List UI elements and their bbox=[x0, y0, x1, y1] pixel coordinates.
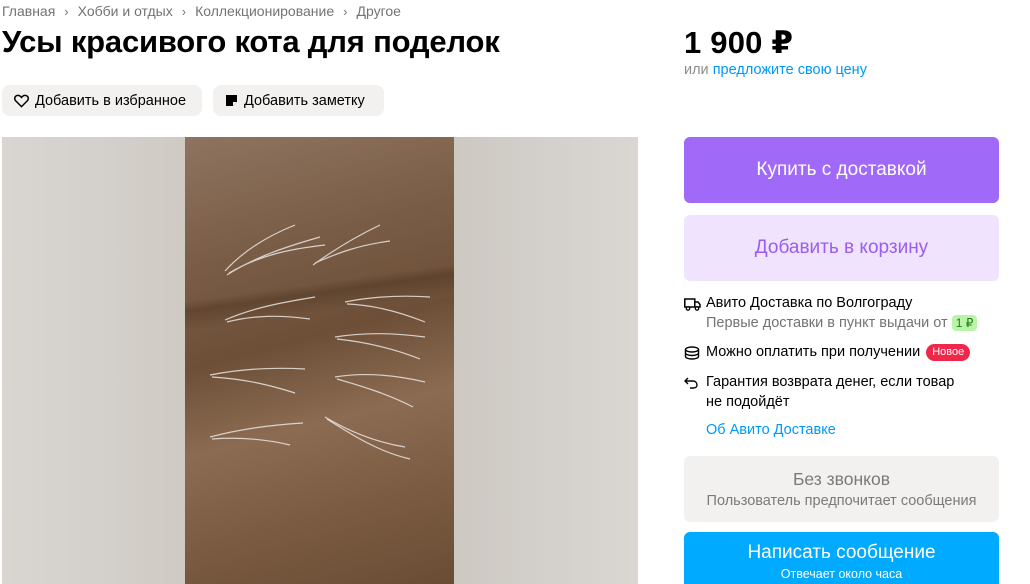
chevron-right-icon: › bbox=[64, 3, 69, 19]
note-icon bbox=[226, 95, 237, 106]
gallery-blur-left bbox=[2, 137, 185, 584]
no-calls-notice: Без звонков Пользователь предпочитает со… bbox=[684, 456, 999, 522]
breadcrumb-home[interactable]: Главная bbox=[2, 3, 55, 19]
price-offer: или предложите свою цену bbox=[684, 62, 867, 78]
no-calls-subtitle: Пользователь предпочитает сообщения bbox=[706, 493, 977, 509]
new-badge: Новое bbox=[926, 344, 971, 361]
add-note-button[interactable]: Добавить заметку bbox=[213, 85, 384, 116]
about-delivery-link[interactable]: Об Авито Доставке bbox=[706, 422, 836, 438]
delivery-city-text: Авито Доставка по Волгограду bbox=[706, 295, 913, 311]
breadcrumb: Главная › Хобби и отдых › Коллекциониров… bbox=[2, 3, 401, 19]
write-message-label: Написать сообщение bbox=[747, 542, 936, 563]
add-to-favorites-label: Добавить в избранное bbox=[35, 92, 187, 109]
no-calls-title: Без звонков bbox=[792, 469, 891, 489]
chevron-right-icon: › bbox=[343, 3, 348, 19]
pay-on-receipt-info: Можно оплатить при получении Новое bbox=[684, 344, 971, 362]
breadcrumb-collecting[interactable]: Коллекционирование bbox=[195, 3, 334, 19]
chevron-right-icon: › bbox=[181, 3, 187, 19]
price-badge: 1 ₽ bbox=[951, 315, 978, 331]
delivery-info: Авито Доставка по Волгограду bbox=[684, 295, 912, 313]
offer-prefix: или bbox=[684, 62, 709, 78]
guarantee-info: Гарантия возврата денег, если товар bbox=[684, 374, 954, 392]
guarantee-text-line1: Гарантия возврата денег, если товар bbox=[706, 374, 955, 390]
add-to-cart-button[interactable]: Добавить в корзину bbox=[684, 215, 999, 281]
guarantee-text-line2: не подойдёт bbox=[706, 394, 790, 410]
add-note-label: Добавить заметку bbox=[244, 92, 365, 109]
breadcrumb-other[interactable]: Другое bbox=[356, 3, 400, 19]
pay-on-receipt-text: Можно оплатить при получении bbox=[706, 344, 921, 360]
heart-icon bbox=[14, 94, 29, 108]
whiskers-image bbox=[209, 224, 431, 460]
offer-price-link[interactable]: предложите свою цену bbox=[713, 62, 867, 78]
first-delivery-label: Первые доставки в пункт выдачи от bbox=[706, 315, 948, 331]
response-time-label: Отвечает около часа bbox=[780, 567, 903, 581]
add-to-favorites-button[interactable]: Добавить в избранное bbox=[2, 85, 202, 116]
first-delivery-text: Первые доставки в пункт выдачи от 1 ₽ bbox=[706, 315, 978, 331]
write-message-button[interactable]: Написать сообщение Отвечает около часа bbox=[684, 532, 999, 584]
photo-gallery[interactable] bbox=[2, 137, 638, 584]
gallery-blur-right bbox=[454, 137, 638, 584]
breadcrumb-hobby[interactable]: Хобби и отдых bbox=[78, 3, 173, 19]
page-title: Усы красивого кота для поделок bbox=[2, 24, 500, 59]
truck-icon bbox=[684, 295, 702, 313]
return-arrow-icon bbox=[684, 374, 702, 392]
price: 1 900 ₽ bbox=[684, 25, 794, 60]
product-photo[interactable] bbox=[185, 137, 454, 584]
coins-icon bbox=[684, 344, 702, 362]
buy-with-delivery-button[interactable]: Купить с доставкой bbox=[684, 137, 999, 203]
